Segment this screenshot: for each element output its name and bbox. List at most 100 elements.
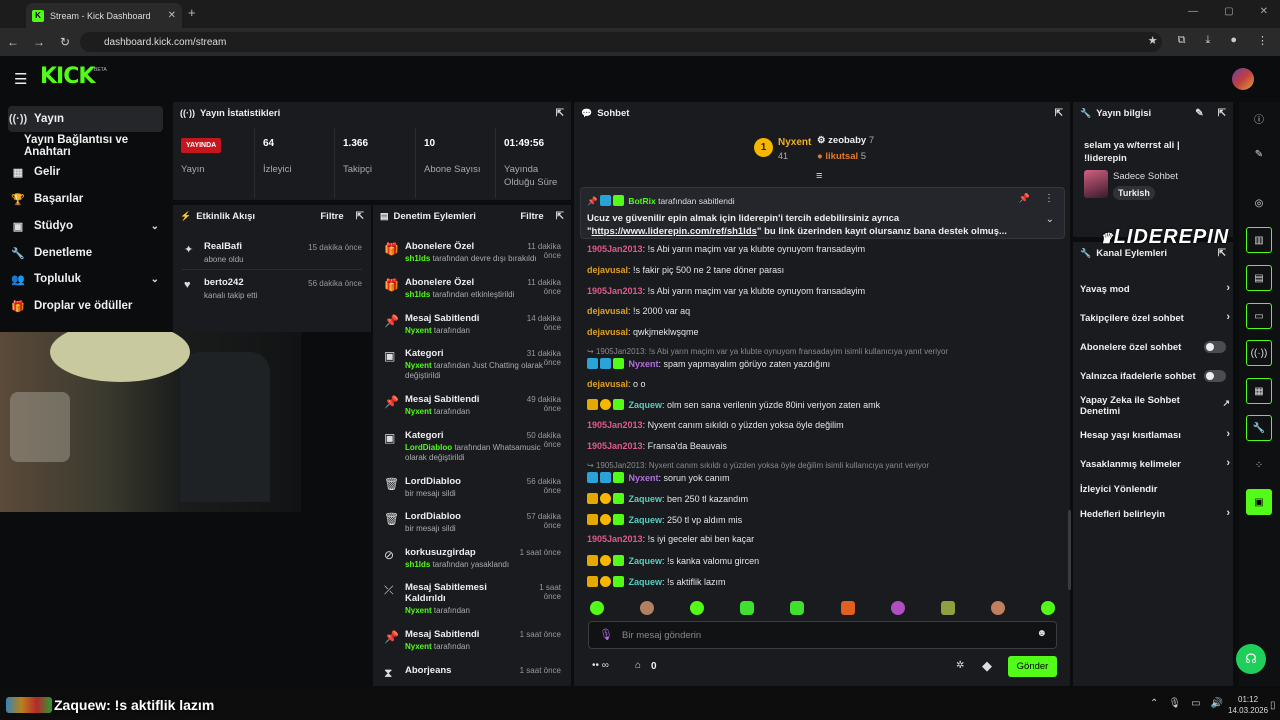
menu-dots-icon[interactable]: ⋮ [1257, 34, 1268, 47]
channel-option-banned-words[interactable]: Yasaklanmış kelimeler › [1080, 457, 1230, 470]
wrench-icon[interactable]: 🔧 [1246, 415, 1272, 441]
chat-username[interactable]: dejavusal [587, 379, 628, 389]
emote-6[interactable] [841, 601, 855, 615]
minimize-icon[interactable]: — [1188, 6, 1198, 17]
sidebar-item-basarilar[interactable]: 🏆 Başarılar [8, 186, 163, 212]
popout-icon[interactable]: ⇱ [1218, 108, 1226, 119]
microphone-icon[interactable]: 🎙 [599, 628, 613, 641]
chat-username[interactable]: Zaquew [629, 556, 663, 566]
volume-icon[interactable]: 🔊 [1211, 698, 1223, 709]
dots-icon[interactable]: ⁘ [1246, 452, 1272, 478]
send-button[interactable]: Gönder [1008, 656, 1057, 677]
popout-icon[interactable]: ⇱ [1218, 248, 1226, 259]
notifications-icon[interactable]: ▯ [1270, 700, 1276, 711]
infinity-icon[interactable]: •• ∞ [592, 660, 609, 671]
channel-option-ai-moderation[interactable]: Yapay Zeka ile Sohbet Denetimi ↗ [1080, 395, 1230, 417]
chat-username[interactable]: Zaquew [629, 400, 663, 410]
emote-7[interactable] [891, 601, 905, 615]
settings-gear-icon[interactable]: ✲ [956, 660, 964, 671]
microphone-icon[interactable]: 🎙 [1168, 698, 1181, 709]
user-avatar[interactable] [1232, 68, 1254, 90]
chat-username[interactable]: Zaquew [629, 515, 663, 525]
chat-username[interactable]: Nyxent [629, 359, 659, 369]
emote-4[interactable] [740, 601, 754, 615]
extension-icon[interactable]: ▣ [1246, 489, 1272, 515]
emote-1[interactable] [590, 601, 604, 615]
leader-third[interactable]: ● likutsal 5 [817, 151, 866, 162]
chat-username[interactable]: dejavusal [587, 265, 628, 275]
network-icon[interactable]: ▭ [1191, 698, 1200, 709]
chat-username[interactable]: 1905Jan2013 [587, 244, 643, 254]
url-field[interactable]: dashboard.kick.com/stream [80, 32, 1162, 52]
info-icon[interactable]: ⓘ [1246, 105, 1272, 131]
sidebar-item-gelir[interactable]: ▦ Gelir [8, 159, 163, 185]
channel-option-followers-only[interactable]: Takipçilere özel sohbet › [1080, 311, 1230, 324]
chat-username[interactable]: 1905Jan2013 [587, 534, 643, 544]
new-tab-icon[interactable]: + [188, 5, 196, 20]
leader-second[interactable]: ⚙ zeobaby 7 [817, 135, 874, 146]
pinned-link[interactable]: https://www.liderepin.com/ref/sh1lds [592, 226, 757, 237]
channel-option-raid[interactable]: İzleyici Yönlendir [1080, 484, 1230, 495]
store-icon[interactable]: ⌂ [635, 660, 641, 671]
sidebar-item-stream-key[interactable]: Yayın Bağlantısı ve Anahtarı [24, 133, 174, 159]
pencil-icon[interactable]: ✎ [1246, 141, 1272, 167]
popout-icon[interactable]: ⇱ [1055, 108, 1063, 119]
chat-scrollbar[interactable] [1068, 510, 1071, 590]
popout-icon[interactable]: ⇱ [556, 211, 564, 222]
sidebar-item-studyo[interactable]: ▣ Stüdyo ⌄ [8, 213, 163, 239]
profile-icon[interactable]: ● [1230, 34, 1237, 47]
emote-2[interactable] [640, 601, 654, 615]
notes-icon[interactable]: ▤ [1246, 265, 1272, 291]
hamburger-menu-icon[interactable]: ☰ [14, 70, 27, 88]
bookmark-star-icon[interactable]: ★ [1148, 34, 1158, 47]
chat-username[interactable]: Zaquew [629, 494, 663, 504]
panel-toggle-icon[interactable]: ▥ [1246, 227, 1272, 253]
focus-icon[interactable]: ◎ [1246, 190, 1272, 216]
chevron-up-icon[interactable]: ⌃ [1150, 698, 1158, 709]
download-icon[interactable]: ⤓ [1205, 34, 1210, 47]
emote-10[interactable] [1041, 601, 1055, 615]
channel-option-goals[interactable]: Hedefleri belirleyin › [1080, 507, 1230, 520]
sidebar-item-denetleme[interactable]: 🔧 Denetleme [8, 240, 163, 266]
chat-username[interactable]: 1905Jan2013 [587, 286, 643, 296]
emote-9[interactable] [991, 601, 1005, 615]
chat-bubble-icon[interactable]: ▭ [1246, 303, 1272, 329]
popout-icon[interactable]: ⇱ [356, 211, 364, 222]
emote-only-toggle[interactable] [1204, 370, 1226, 382]
emote-3[interactable] [690, 601, 704, 615]
forward-icon[interactable]: → [26, 35, 52, 49]
collapse-icon[interactable]: ≡ [816, 170, 822, 182]
chat-tools-icon[interactable]: ◆ [982, 658, 992, 674]
chat-username[interactable]: dejavusal [587, 306, 628, 316]
chevron-down-icon[interactable]: ⌄ [1046, 214, 1054, 225]
channel-option-account-age[interactable]: Hesap yaşı kısıtlaması › [1080, 428, 1230, 441]
sidebar-item-topluluk[interactable]: 👥 Topluluk ⌄ [8, 266, 163, 292]
popout-icon[interactable]: ⇱ [556, 108, 564, 119]
channel-option-slow-mode[interactable]: Yavaş mod › [1080, 282, 1230, 295]
browser-tab[interactable]: K Stream - Kick Dashboard ✕ [26, 3, 182, 28]
close-window-icon[interactable]: ✕ [1260, 6, 1268, 17]
chat-username[interactable]: dejavusal [587, 327, 628, 337]
sidebar-item-yayin[interactable]: ((·)) Yayın [8, 106, 163, 132]
chat-username[interactable]: Zaquew [629, 577, 663, 587]
chat-input-box[interactable]: 🎙 Bir mesaj gönderin ☻ [588, 621, 1057, 649]
close-tab-icon[interactable]: ✕ [168, 10, 176, 21]
filter-button[interactable]: Filtre [320, 211, 343, 222]
emote-5[interactable] [790, 601, 804, 615]
emoji-icon[interactable]: ☻ [1036, 628, 1047, 639]
kick-logo[interactable]: KICK [40, 64, 95, 89]
chat-username[interactable]: Nyxent [629, 473, 659, 483]
extensions-icon[interactable]: ⧉ [1178, 34, 1186, 47]
subs-only-toggle[interactable] [1204, 341, 1226, 353]
back-icon[interactable]: ← [0, 35, 26, 49]
maximize-icon[interactable]: ▢ [1224, 6, 1233, 17]
help-chat-icon[interactable]: ☊ [1236, 644, 1266, 674]
more-options-icon[interactable]: ⋮ [1044, 193, 1054, 204]
leader-first-name[interactable]: Nyxent [778, 137, 811, 148]
reload-icon[interactable]: ↻ [52, 35, 78, 49]
chat-username[interactable]: 1905Jan2013 [587, 420, 643, 430]
emote-8[interactable] [941, 601, 955, 615]
pin-icon[interactable]: 📌 [1019, 193, 1030, 204]
layout-icon[interactable]: ▦ [1246, 378, 1272, 404]
edit-pencil-icon[interactable]: ✎ [1195, 108, 1203, 119]
